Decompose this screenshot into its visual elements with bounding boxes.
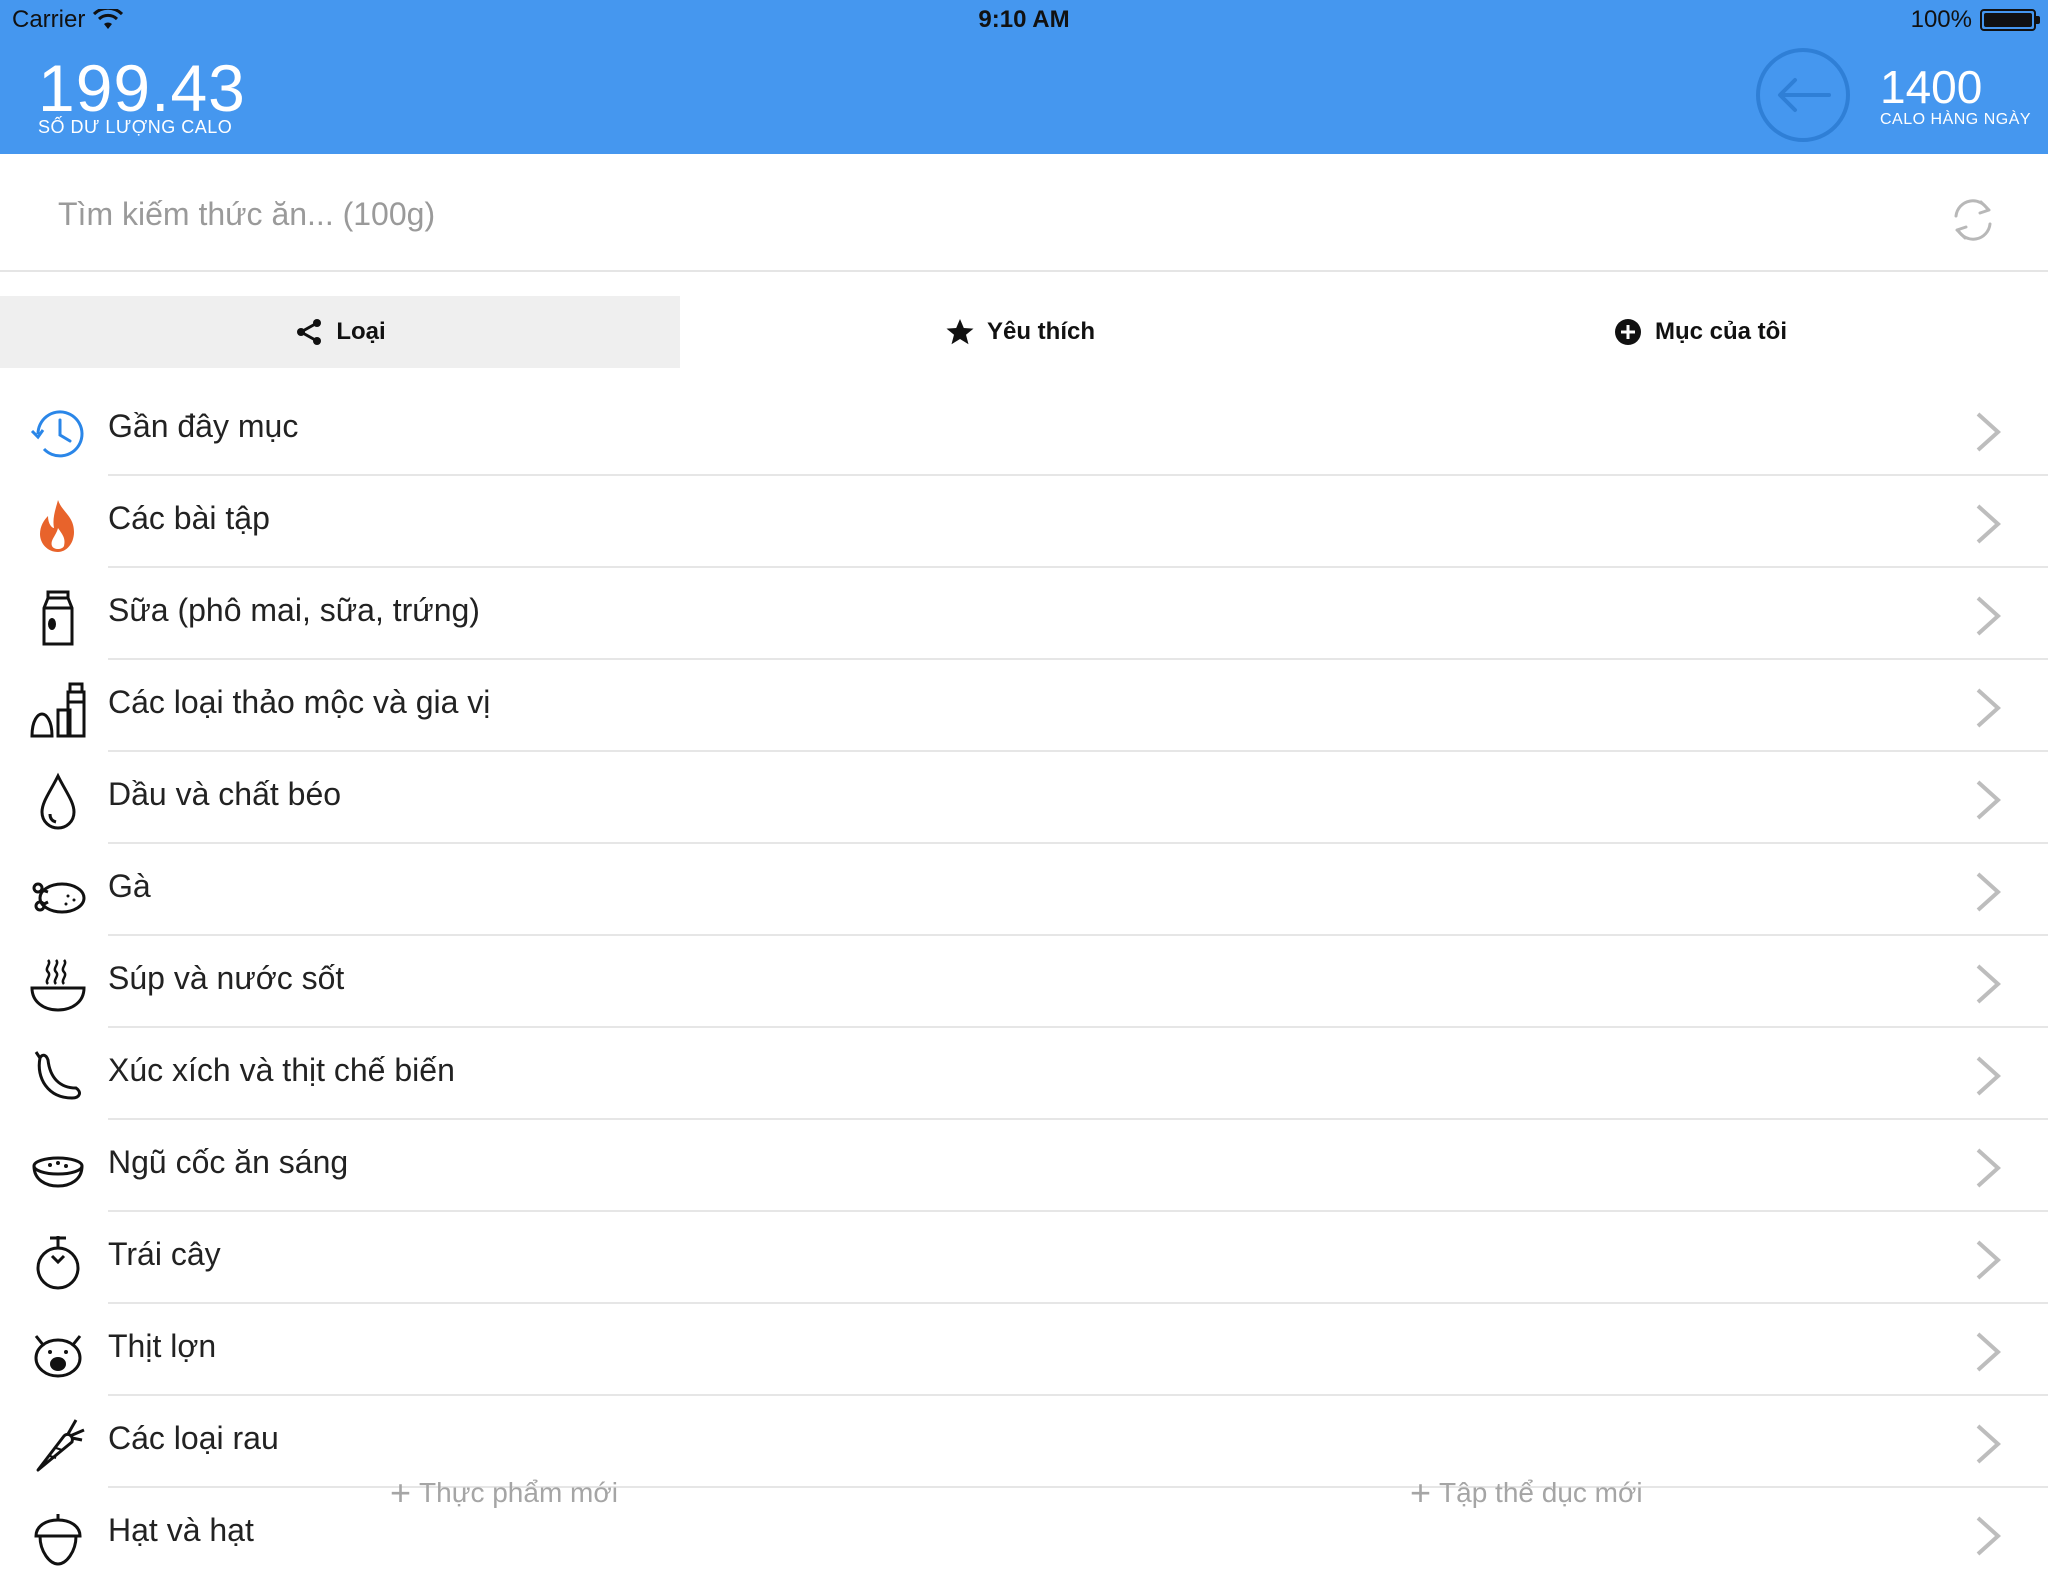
tab-favorites-label: Yêu thích [986, 318, 1095, 345]
pig-icon [34, 1335, 82, 1378]
chevron-right-icon [1976, 1424, 2001, 1464]
chicken-icon [32, 882, 86, 914]
category-dairy[interactable]: Sữa (phô mai, sữa, trứng) [0, 568, 2048, 660]
new-food-button[interactable]: + Thực phẩm mới [390, 1472, 618, 1514]
star-icon [946, 319, 974, 345]
category-chicken[interactable]: Gà [0, 844, 2048, 936]
plus-icon: + [1410, 1472, 1432, 1513]
category-label: Súp và nước sốt [108, 960, 345, 996]
cereal-bowl-icon [32, 1156, 84, 1188]
fruit-icon [36, 1236, 80, 1290]
battery-percent: 100% [1910, 6, 1972, 33]
spice-icon [30, 682, 86, 738]
new-food-label: Thực phẩm mới [419, 1477, 618, 1508]
category-label: Các bài tập [108, 500, 270, 536]
chevron-right-icon [1976, 504, 2001, 544]
chevron-right-icon [1976, 872, 2001, 912]
milk-carton-icon [42, 590, 74, 646]
category-sausages-processed-meat[interactable]: Xúc xích và thịt chế biến [0, 1028, 2048, 1120]
category-label: Hạt và hạt [108, 1512, 254, 1548]
plus-icon: + [390, 1472, 412, 1513]
category-label: Trái cây [108, 1236, 221, 1272]
category-label: Dầu và chất béo [108, 776, 342, 812]
new-exercise-label: Tập thể dục mới [1439, 1477, 1643, 1508]
category-tabs: Loại Yêu thích Mục của tôi [0, 296, 2048, 368]
search-bar [0, 154, 2048, 272]
category-recent[interactable]: Gần đây mục [0, 384, 2048, 476]
arrow-left-icon [1778, 78, 1831, 112]
category-label: Xúc xích và thịt chế biến [108, 1052, 455, 1088]
chevron-right-icon [1976, 1240, 2001, 1280]
battery-icon [1980, 9, 2040, 31]
daily-calorie-label: CALO HÀNG NGÀY [1880, 111, 2032, 128]
category-fruits[interactable]: Trái cây [0, 1212, 2048, 1304]
category-exercises[interactable]: Các bài tập [0, 476, 2048, 568]
category-list: Gần đây mục Các bài tập Sữa (phô mai, sữ… [0, 384, 2048, 1580]
calorie-balance-value: 199.43 [38, 51, 246, 125]
calorie-balance-label: SỐ DƯ LƯỢNG CALO [38, 117, 233, 137]
category-vegetables[interactable]: Các loại rau [0, 1396, 2048, 1488]
category-label: Ngũ cốc ăn sáng [108, 1144, 349, 1180]
category-label: Các loại rau [108, 1420, 279, 1456]
category-oils-fats[interactable]: Dầu và chất béo [0, 752, 2048, 844]
calorie-header: Carrier 9:10 AM 100% 199.43 SỐ DƯ LƯỢNG … [0, 0, 2048, 154]
chevron-right-icon [1976, 596, 2001, 636]
category-label: Gần đây mục [108, 408, 299, 444]
category-label: Gà [108, 868, 151, 904]
new-exercise-button[interactable]: + Tập thể dục mới [1410, 1472, 1643, 1514]
chevron-right-icon [1976, 1148, 2001, 1188]
status-bar: Carrier 9:10 AM 100% [0, 0, 2048, 40]
tab-categories-label: Loại [336, 318, 386, 345]
back-button[interactable] [1756, 48, 1850, 142]
fire-icon [40, 500, 74, 552]
category-soups-sauces[interactable]: Súp và nước sốt [0, 936, 2048, 1028]
clock-history-icon [30, 410, 84, 458]
category-label: Sữa (phô mai, sữa, trứng) [108, 592, 480, 628]
chevron-right-icon [1976, 780, 2001, 820]
search-input[interactable] [58, 186, 1858, 242]
category-breakfast-cereals[interactable]: Ngũ cốc ăn sáng [0, 1120, 2048, 1212]
carrot-icon [36, 1419, 85, 1472]
share-icon [297, 319, 322, 345]
tab-my-items[interactable]: Mục của tôi [1360, 296, 2040, 368]
plus-circle-icon [1614, 319, 1641, 345]
category-label: Các loại thảo mộc và gia vị [108, 684, 491, 720]
chevron-right-icon [1976, 1056, 2001, 1096]
chevron-right-icon [1976, 1332, 2001, 1372]
chevron-right-icon [1976, 1516, 2001, 1556]
category-herbs-spices[interactable]: Các loại thảo mộc và gia vị [0, 660, 2048, 752]
refresh-icon[interactable] [1948, 192, 1998, 248]
acorn-icon [34, 1514, 82, 1566]
clock: 9:10 AM [978, 6, 1070, 33]
battery: 100% [1910, 6, 2040, 34]
tab-favorites[interactable]: Yêu thích [680, 296, 1360, 368]
category-nuts-seeds[interactable]: Hạt và hạt [0, 1488, 2048, 1580]
drop-icon [40, 772, 76, 830]
soup-bowl-icon [30, 959, 86, 1012]
category-label: Thịt lợn [108, 1328, 217, 1364]
category-pork[interactable]: Thịt lợn [0, 1304, 2048, 1396]
chevron-right-icon [1976, 964, 2001, 1004]
chevron-right-icon [1976, 412, 2001, 452]
daily-calorie-value: 1400 [1880, 61, 1983, 113]
sausage-icon [34, 1051, 81, 1100]
chevron-right-icon [1976, 688, 2001, 728]
tab-categories[interactable]: Loại [0, 296, 680, 368]
tab-my-items-label: Mục của tôi [1654, 318, 1787, 345]
